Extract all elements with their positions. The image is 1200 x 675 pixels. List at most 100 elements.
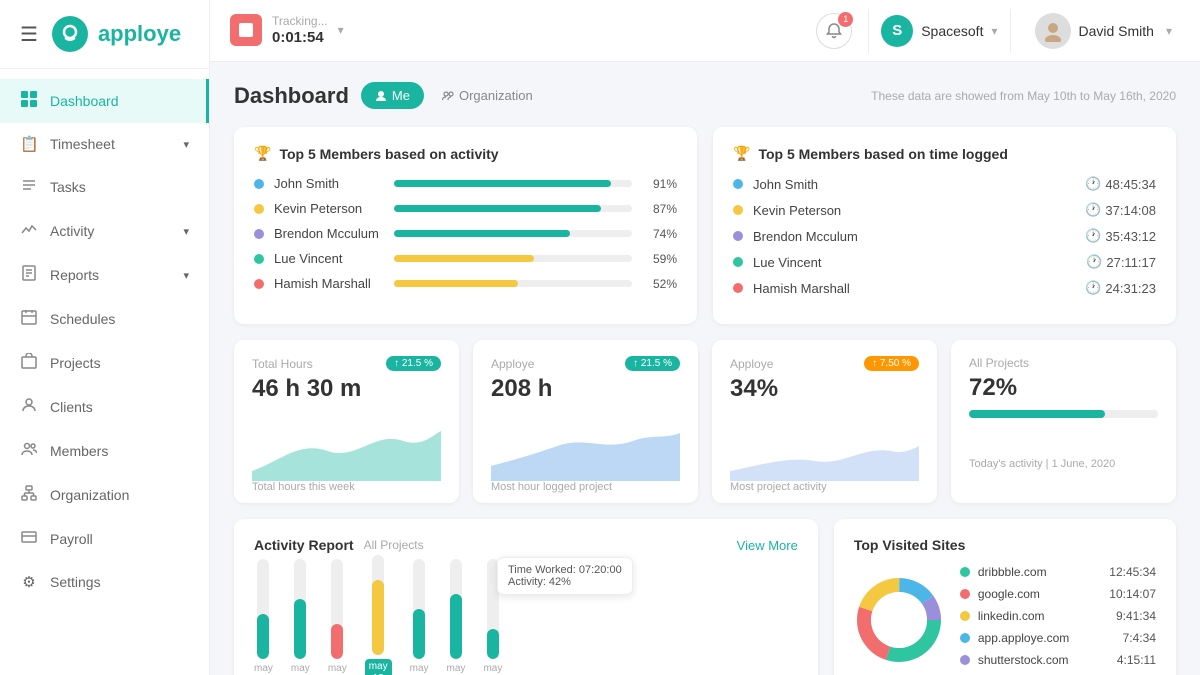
sidebar-item-timesheet[interactable]: 📋 Timesheet ▾ <box>0 123 209 165</box>
bar-column[interactable]: may11 <box>291 559 310 675</box>
page-title: Dashboard <box>234 83 349 109</box>
bar-column[interactable]: may12 <box>328 559 347 675</box>
sidebar-item-label: Activity <box>50 223 94 239</box>
bar-inner <box>413 609 425 659</box>
top5-time-title: 🏆 Top 5 Members based on time logged <box>733 145 1156 162</box>
visited-dot <box>960 589 970 599</box>
bar-inner <box>372 580 384 655</box>
bar-tooltip: Time Worked: 07:20:00 Activity: 42% <box>497 557 633 595</box>
sidebar-item-tasks[interactable]: Tasks <box>0 165 209 209</box>
visited-dot <box>960 655 970 665</box>
bar-track <box>257 559 269 659</box>
chevron-down-icon: ▾ <box>183 138 189 151</box>
wave-chart-hours <box>252 411 441 481</box>
visited-site-item: shutterstock.com 4:15:11 <box>960 653 1156 667</box>
stat-apploye-activity: Apploye ↑ 7.50 % 34% Most project activi… <box>712 340 937 503</box>
visited-site-name: shutterstock.com <box>978 653 1109 667</box>
tracker-stop-button[interactable] <box>230 14 262 46</box>
visited-site-item: dribbble.com 12:45:34 <box>960 565 1156 579</box>
sidebar-item-organization[interactable]: Organization <box>0 473 209 517</box>
sidebar-item-label: Payroll <box>50 531 93 547</box>
bar-percentage: 52% <box>642 277 677 291</box>
top5-activity-card: 🏆 Top 5 Members based on activity John S… <box>234 127 697 324</box>
tooltip-time: Time Worked: 07:20:00 <box>508 564 622 576</box>
visited-sites-list: dribbble.com 12:45:34 google.com 10:14:0… <box>960 565 1156 675</box>
visited-site-item: linkedin.com 9:41:34 <box>960 609 1156 623</box>
activity-report-card: Activity Report All Projects View More T… <box>234 519 818 675</box>
stat-badge-hours: ↑ 21.5 % <box>386 356 441 371</box>
date-range: These data are showed from May 10th to M… <box>871 89 1176 103</box>
company-selector[interactable]: S Spacesoft ▾ <box>868 9 1010 53</box>
clients-icon <box>20 397 38 417</box>
user-avatar-icon <box>1042 20 1064 42</box>
bar-track <box>372 555 384 655</box>
member-dot <box>254 254 264 264</box>
bar-column[interactable]: may13 <box>365 555 392 675</box>
visited-dot <box>960 567 970 577</box>
bar-column[interactable]: may15 <box>447 559 466 675</box>
time-members-list: John Smith 🕐 48:45:34 Kevin Peterson 🕐 3… <box>733 176 1156 296</box>
sidebar: ☰ apploye Dashboard 📋 Timesheet ▾ Tasks <box>0 0 210 675</box>
activity-member-row: Kevin Peterson 87% <box>254 201 677 216</box>
user-name: David Smith <box>1079 23 1154 39</box>
tab-organization[interactable]: Organization <box>428 82 547 109</box>
tracker-chevron-icon[interactable]: ▾ <box>338 23 344 37</box>
member-time: 🕐 27:11:17 <box>1086 254 1156 270</box>
sidebar-item-settings[interactable]: ⚙ Settings <box>0 561 209 603</box>
member-name: Hamish Marshall <box>753 281 1075 296</box>
company-chevron-icon: ▾ <box>991 24 997 38</box>
sidebar-item-label: Reports <box>50 267 99 283</box>
chevron-down-icon: ▾ <box>183 225 189 238</box>
dashboard-content: Dashboard Me Organization These data are… <box>210 62 1200 675</box>
sidebar-item-activity[interactable]: Activity ▾ <box>0 209 209 253</box>
sidebar-item-clients[interactable]: Clients <box>0 385 209 429</box>
sidebar-item-label: Organization <box>50 487 129 503</box>
bar-background <box>394 205 632 212</box>
stat-value-projects: 72% <box>969 374 1158 402</box>
top5-row: 🏆 Top 5 Members based on activity John S… <box>234 127 1176 324</box>
visited-dot <box>960 633 970 643</box>
tab-group: Me Organization <box>361 82 547 109</box>
tracker-label: Tracking... <box>272 14 328 28</box>
stat-label: Apploye <box>730 357 773 371</box>
time-member-row: Hamish Marshall 🕐 24:31:23 <box>733 280 1156 296</box>
notification-button[interactable]: 1 <box>816 13 852 49</box>
sidebar-item-members[interactable]: Members <box>0 429 209 473</box>
tab-me[interactable]: Me <box>361 82 424 109</box>
stat-label: Total Hours <box>252 357 313 371</box>
user-avatar <box>1035 13 1071 49</box>
bottom-row: Activity Report All Projects View More T… <box>234 519 1176 675</box>
bar-track <box>413 559 425 659</box>
member-dot <box>733 283 743 293</box>
top-visited-card: Top Visited Sites dribbble.com 12:45:34 … <box>834 519 1176 675</box>
member-name: Kevin Peterson <box>274 201 384 216</box>
visited-site-time: 9:41:34 <box>1116 609 1156 623</box>
top5-time-card: 🏆 Top 5 Members based on time logged Joh… <box>713 127 1176 324</box>
bar-column[interactable]: may10 <box>254 559 273 675</box>
hamburger-icon[interactable]: ☰ <box>20 22 38 47</box>
user-selector[interactable]: David Smith ▾ <box>1027 7 1181 55</box>
bar-percentage: 59% <box>642 252 677 266</box>
member-time: 🕐 24:31:23 <box>1085 280 1156 296</box>
stat-footer-activity: Most project activity <box>730 481 919 503</box>
member-name: Brendon Mcculum <box>753 229 1075 244</box>
bar-date-label: may12 <box>328 663 347 675</box>
clock-icon: 🕐 <box>1086 254 1102 270</box>
tracker-box[interactable]: Tracking... 0:01:54 ▾ <box>230 14 344 46</box>
sidebar-item-schedules[interactable]: Schedules <box>0 297 209 341</box>
bar-date-label: may10 <box>254 663 273 675</box>
view-more-link[interactable]: View More <box>737 538 798 553</box>
stat-label: All Projects <box>969 356 1029 370</box>
bar-inner <box>294 599 306 659</box>
sidebar-item-reports[interactable]: Reports ▾ <box>0 253 209 297</box>
clock-icon: 🕐 <box>1085 176 1101 192</box>
bar-column[interactable]: may14 <box>410 559 429 675</box>
sidebar-item-label: Projects <box>50 355 101 371</box>
org-icon <box>442 90 454 102</box>
sidebar-item-projects[interactable]: Projects <box>0 341 209 385</box>
sidebar-item-payroll[interactable]: Payroll <box>0 517 209 561</box>
time-member-row: Brendon Mcculum 🕐 35:43:12 <box>733 228 1156 244</box>
sidebar-item-dashboard[interactable]: Dashboard <box>0 79 209 123</box>
member-name: Lue Vincent <box>274 251 384 266</box>
stat-value-apploye: 208 h <box>491 375 680 403</box>
